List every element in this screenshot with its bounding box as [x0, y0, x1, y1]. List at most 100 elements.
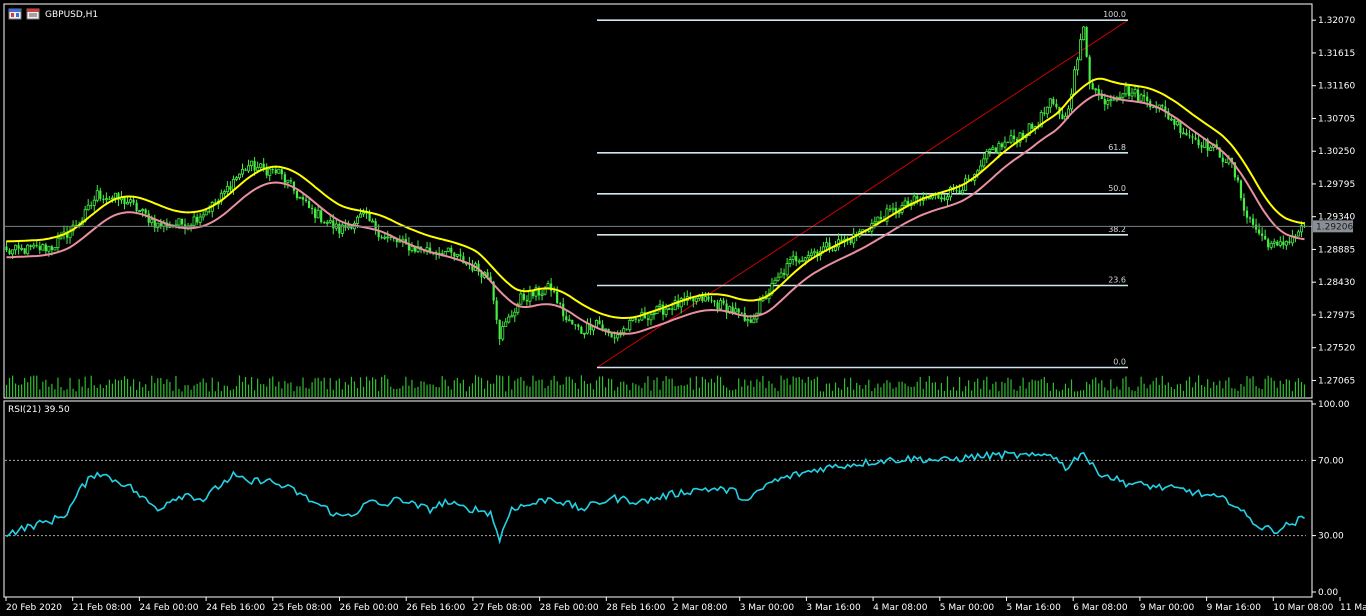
candle-body — [455, 253, 459, 257]
candle-body — [237, 173, 241, 179]
candle-body — [259, 163, 263, 168]
volume-bar — [735, 389, 737, 397]
volume-bar — [202, 378, 204, 397]
candle-body — [1282, 241, 1285, 246]
candle-body — [694, 297, 698, 302]
volume-bar — [626, 384, 628, 397]
volume-bar — [538, 379, 540, 397]
volume-bar — [42, 381, 44, 397]
volume-bar — [1188, 376, 1191, 397]
volume-bar — [284, 381, 286, 397]
volume-bar — [577, 388, 579, 397]
volume-bar — [604, 387, 607, 397]
volume-bar — [290, 382, 292, 397]
candle-body — [1130, 92, 1134, 97]
price-tick-label: 1.30250 — [1318, 147, 1355, 157]
volume-bar — [66, 389, 68, 397]
volume-bar — [968, 380, 970, 397]
candle-body — [225, 185, 229, 193]
volume-bar — [1076, 391, 1079, 397]
volume-bar — [1294, 381, 1297, 397]
volume-bar — [311, 382, 313, 397]
volume-bar — [244, 376, 247, 397]
volume-bar — [335, 380, 337, 397]
candle-body — [927, 197, 931, 200]
volume-bar — [1225, 380, 1227, 397]
candle-body — [1031, 123, 1034, 129]
candle-body — [1079, 39, 1083, 61]
candle-body — [29, 245, 32, 247]
price-tick-label: 1.27520 — [1318, 344, 1355, 354]
volume-bar — [435, 387, 437, 397]
volume-bar — [665, 376, 667, 397]
candle-body — [528, 290, 532, 302]
candle-body — [562, 303, 565, 317]
candle-body — [123, 197, 126, 205]
candle-body — [803, 257, 807, 262]
volume-bar — [1098, 383, 1100, 397]
current-price-value: 1.29206 — [1316, 222, 1353, 232]
volume-bar — [1101, 380, 1103, 397]
candle-body — [903, 200, 907, 206]
volume-bar — [547, 385, 549, 397]
candle-body — [277, 168, 281, 174]
volume-bar — [1258, 388, 1260, 397]
volume-bar — [1243, 386, 1245, 397]
candle-body — [362, 212, 366, 215]
price-tick-label: 1.31615 — [1318, 49, 1355, 59]
volume-bar — [87, 387, 89, 397]
volume-bar — [1219, 380, 1221, 397]
candle — [1085, 26, 1088, 58]
volume-bar — [214, 391, 216, 397]
volume-bar — [813, 378, 815, 397]
candle-body — [598, 320, 601, 325]
volume-bar — [583, 380, 585, 397]
volume-bar — [992, 383, 994, 397]
candle-body — [1179, 121, 1182, 134]
volume-bar — [680, 385, 682, 397]
volume-bar — [1146, 388, 1148, 397]
volume-bar — [913, 386, 915, 397]
volume-bar — [178, 388, 180, 397]
chart-window-icon[interactable] — [8, 8, 22, 20]
volume-bar — [1237, 390, 1239, 397]
chart-window[interactable]: GBPUSD,H1 100.061.850.038.223.60.0 1.320… — [0, 0, 1366, 616]
candle-body — [1082, 26, 1086, 41]
chart-properties-icon[interactable] — [26, 8, 40, 20]
candle — [927, 197, 931, 200]
volume-bar — [1058, 391, 1061, 397]
volume-bar — [1070, 379, 1073, 397]
volume-bar — [1086, 382, 1088, 397]
candle-body — [262, 163, 265, 168]
candle-body — [1194, 137, 1197, 140]
volume-bar — [977, 378, 979, 397]
volume-bar — [27, 382, 29, 397]
candle-body — [731, 306, 734, 312]
candle-body — [144, 209, 147, 214]
volume-bar — [750, 380, 752, 397]
candle-body — [35, 245, 38, 247]
volume-bar — [272, 376, 274, 397]
candle-body — [1109, 99, 1113, 102]
volume-bar — [247, 384, 250, 397]
volume-bar — [1194, 382, 1197, 397]
volume-bar — [139, 381, 141, 397]
candle-body — [1251, 218, 1255, 225]
candle-body — [997, 143, 1001, 153]
volume-bar — [853, 389, 855, 397]
time-tick-label: 9 Mar 00:00 — [1140, 603, 1195, 613]
volume-bar — [1161, 375, 1163, 397]
candle-body — [776, 276, 780, 281]
volume-bar — [707, 382, 710, 397]
volume-bar — [934, 382, 936, 397]
volume-bar — [305, 387, 307, 397]
volume-bar — [511, 389, 513, 397]
candle — [1239, 179, 1243, 201]
volume-bar — [365, 376, 368, 397]
volume-bar — [508, 375, 510, 397]
volume-bar — [659, 389, 661, 397]
volume-bar — [868, 379, 870, 397]
volume-bar — [880, 387, 882, 397]
volume-bar — [269, 378, 271, 397]
candle-body — [1003, 141, 1007, 148]
